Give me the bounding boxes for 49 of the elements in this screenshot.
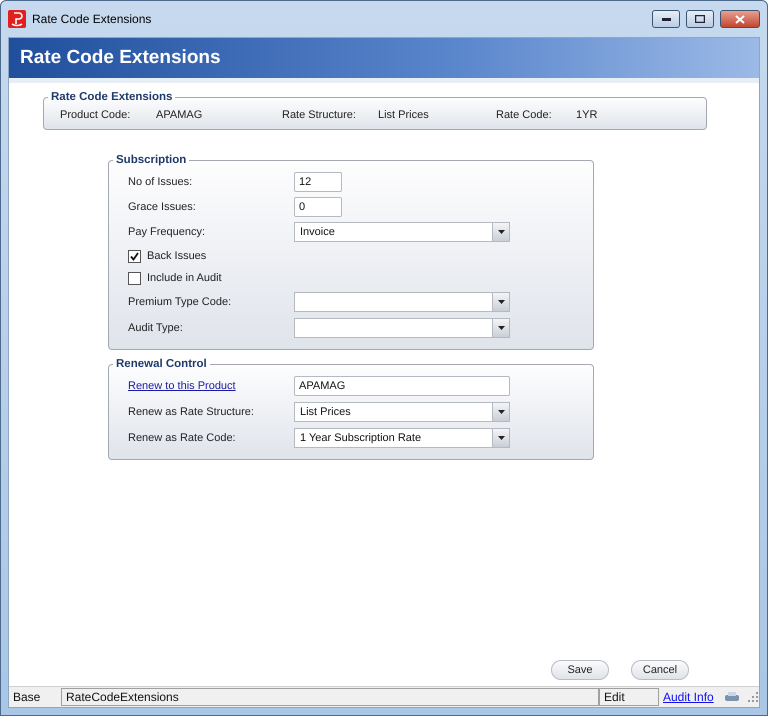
field-label: Renew as Rate Structure:: [128, 406, 255, 418]
text-field[interactable]: APAMAG: [294, 376, 510, 396]
field-label: No of Issues:: [128, 176, 194, 188]
dropdown[interactable]: 1 Year Subscription Rate: [294, 428, 510, 448]
close-icon: [735, 14, 745, 24]
dropdown-arrow-icon: [498, 300, 504, 304]
field-label: Product Code:: [60, 109, 132, 121]
panel-legend: Renewal Control: [113, 358, 210, 370]
status-mode: Base: [12, 689, 42, 706]
panel-legend: Subscription: [113, 154, 190, 166]
product-link[interactable]: Renew to this Product: [128, 380, 294, 392]
app-logo-icon: [8, 10, 26, 28]
maximize-icon: [695, 15, 705, 23]
field-label: Renew as Rate Code:: [128, 432, 237, 444]
field-value: APAMAG: [156, 109, 204, 121]
dropdown[interactable]: List Prices: [294, 402, 510, 422]
cancel-button[interactable]: Cancel: [631, 660, 689, 680]
minimize-button[interactable]: [652, 10, 680, 28]
field-value: List Prices: [378, 109, 430, 121]
page-title: Rate Code Extensions: [20, 47, 221, 69]
maximize-button[interactable]: [686, 10, 714, 28]
save-button[interactable]: Save: [551, 660, 609, 680]
resize-grip-icon: [747, 691, 759, 703]
field-label: Rate Structure:: [282, 109, 357, 121]
text-field[interactable]: 12: [294, 172, 342, 192]
field-value: 1YR: [576, 109, 598, 121]
checkbox-label: Back Issues: [147, 250, 206, 262]
dropdown-arrow-icon: [498, 230, 504, 234]
dropdown-arrow-icon: [498, 436, 504, 440]
checkbox-label: Include in Audit: [147, 272, 222, 284]
field-label: Premium Type Code:: [128, 296, 232, 308]
minimize-icon: [662, 18, 670, 20]
printer-icon: [724, 691, 740, 703]
text-field[interactable]: 0: [294, 196, 342, 216]
checkbox[interactable]: [128, 250, 141, 262]
dropdown-arrow-icon: [498, 326, 504, 330]
dropdown[interactable]: Invoice: [294, 222, 510, 242]
field-label: Pay Frequency:: [128, 226, 206, 238]
field-label: Audit Type:: [128, 322, 184, 334]
status-form-name: RateCodeExtensions: [61, 688, 599, 706]
dropdown-arrow-icon: [498, 410, 504, 414]
audit-info-link[interactable]: Audit Info: [663, 690, 714, 704]
panel-legend: Rate Code Extensions: [48, 91, 176, 103]
status-state: Edit: [599, 688, 659, 706]
field-label: Rate Code:: [496, 109, 553, 121]
field-label: Grace Issues:: [128, 200, 197, 212]
window-title: Rate Code Extensions: [32, 12, 152, 26]
close-button[interactable]: [720, 10, 760, 28]
checkbox[interactable]: [128, 272, 141, 284]
